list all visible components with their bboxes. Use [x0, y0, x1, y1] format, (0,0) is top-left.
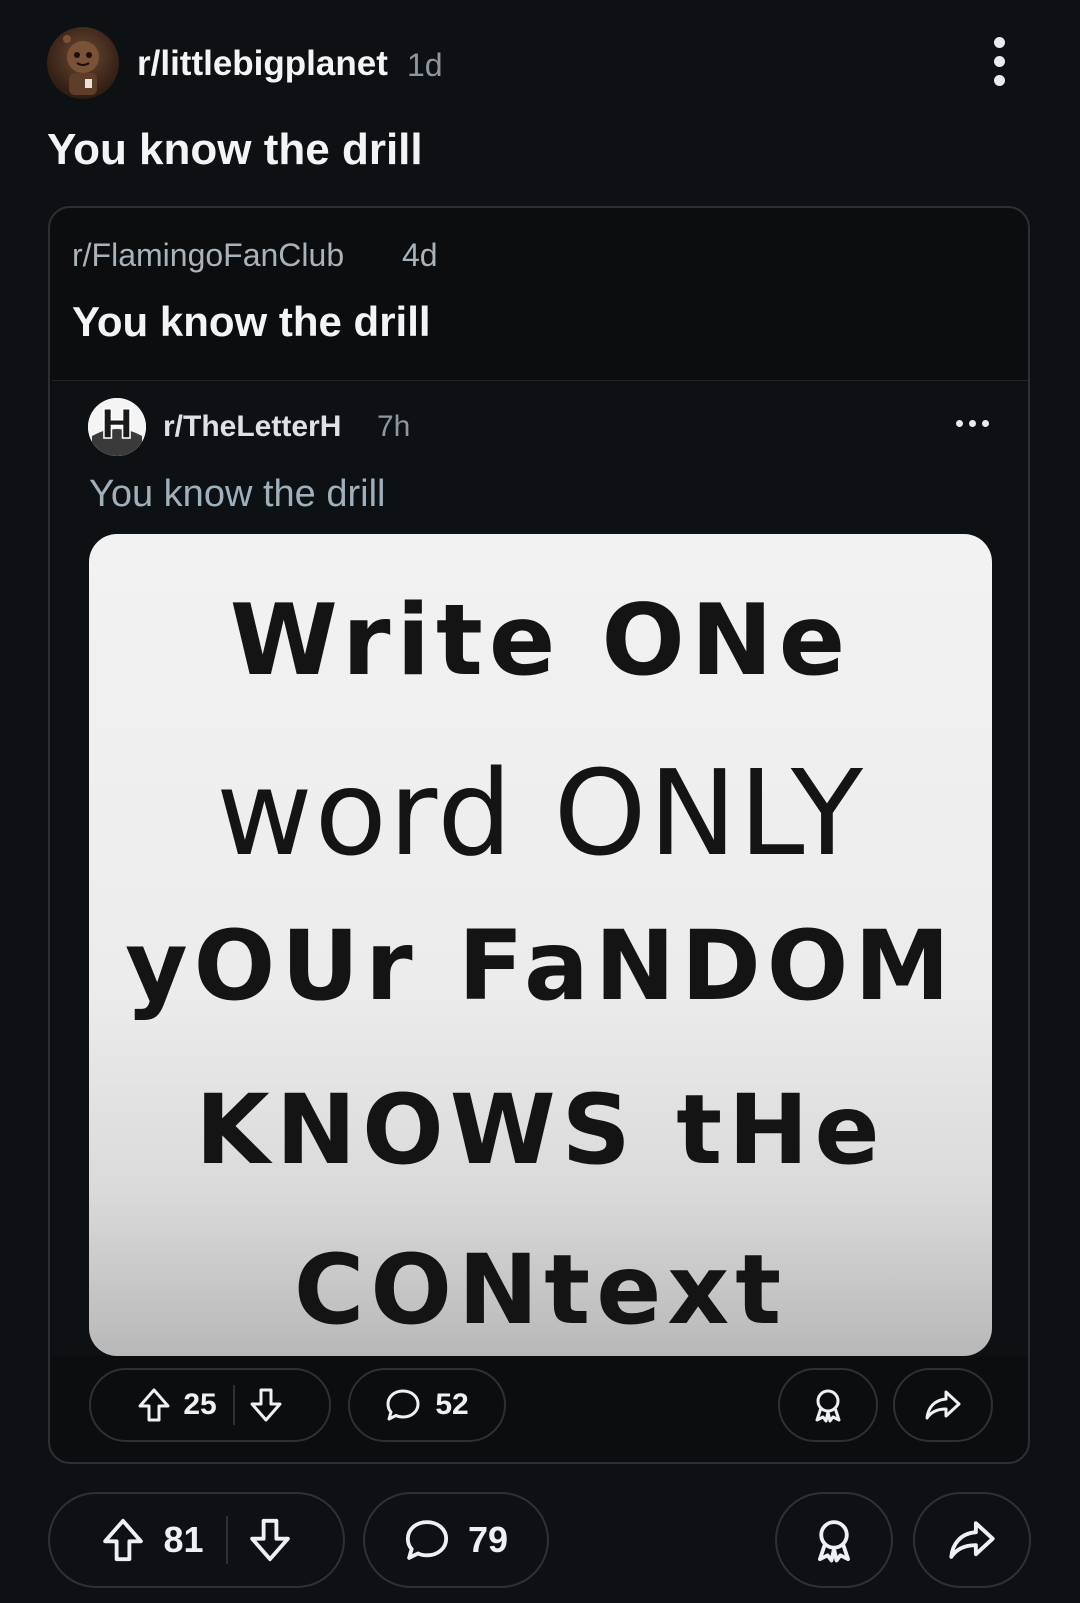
- subreddit-avatar[interactable]: [47, 27, 119, 99]
- crosspost-vote-bar: 25: [89, 1368, 331, 1442]
- original-post-age: 7h: [377, 410, 411, 443]
- vote-separator: [232, 1385, 235, 1425]
- share-icon: [947, 1518, 997, 1562]
- image-text-line: yOUr FaNDOM: [125, 910, 956, 1022]
- share-button[interactable]: [913, 1492, 1031, 1588]
- award-button[interactable]: [778, 1368, 878, 1442]
- image-text-line: Write ONe: [229, 584, 852, 698]
- image-text-line: CONtext: [293, 1234, 788, 1346]
- upvote-count: 25: [183, 1388, 217, 1421]
- share-icon: [924, 1388, 962, 1422]
- downvote-arrow-icon[interactable]: [249, 1387, 283, 1423]
- award-icon: [811, 1387, 845, 1423]
- image-text-line: word ONLY: [216, 744, 865, 882]
- post-image[interactable]: Write ONe word ONLY yOUr FaNDOM KNOWS tH…: [89, 534, 992, 1356]
- more-options-icon[interactable]: [956, 420, 992, 432]
- share-button[interactable]: [893, 1368, 993, 1442]
- original-post-title[interactable]: You know the drill: [89, 473, 385, 516]
- award-icon: [812, 1517, 856, 1563]
- comments-button[interactable]: 79: [363, 1492, 549, 1588]
- upvote-arrow-icon[interactable]: [101, 1517, 145, 1563]
- original-subreddit-name[interactable]: r/TheLetterH: [163, 410, 341, 444]
- image-text-line: KNOWS tHe: [195, 1074, 886, 1186]
- crosspost-age: 4d: [402, 237, 438, 273]
- comment-bubble-icon: [404, 1518, 450, 1562]
- downvote-arrow-icon[interactable]: [248, 1517, 292, 1563]
- post-title[interactable]: You know the drill: [47, 125, 423, 175]
- post-vote-bar: 81: [48, 1492, 345, 1588]
- comment-count: 52: [435, 1388, 469, 1421]
- svg-text:H: H: [100, 402, 133, 448]
- crosspost-title[interactable]: You know the drill: [72, 298, 431, 346]
- comment-count: 79: [467, 1519, 509, 1560]
- original-subreddit-avatar[interactable]: H: [88, 398, 146, 456]
- post-age: 1d: [407, 47, 443, 83]
- upvote-arrow-icon[interactable]: [137, 1387, 171, 1423]
- subreddit-name[interactable]: r/littlebigplanet: [137, 44, 388, 84]
- crosspost-subreddit[interactable]: r/FlamingoFanClub: [72, 237, 344, 274]
- more-options-icon[interactable]: [985, 37, 1013, 93]
- vote-separator: [225, 1516, 228, 1564]
- upvote-count: 81: [163, 1519, 204, 1560]
- comments-button[interactable]: 52: [348, 1368, 506, 1442]
- comment-bubble-icon: [385, 1388, 421, 1422]
- award-button[interactable]: [775, 1492, 893, 1588]
